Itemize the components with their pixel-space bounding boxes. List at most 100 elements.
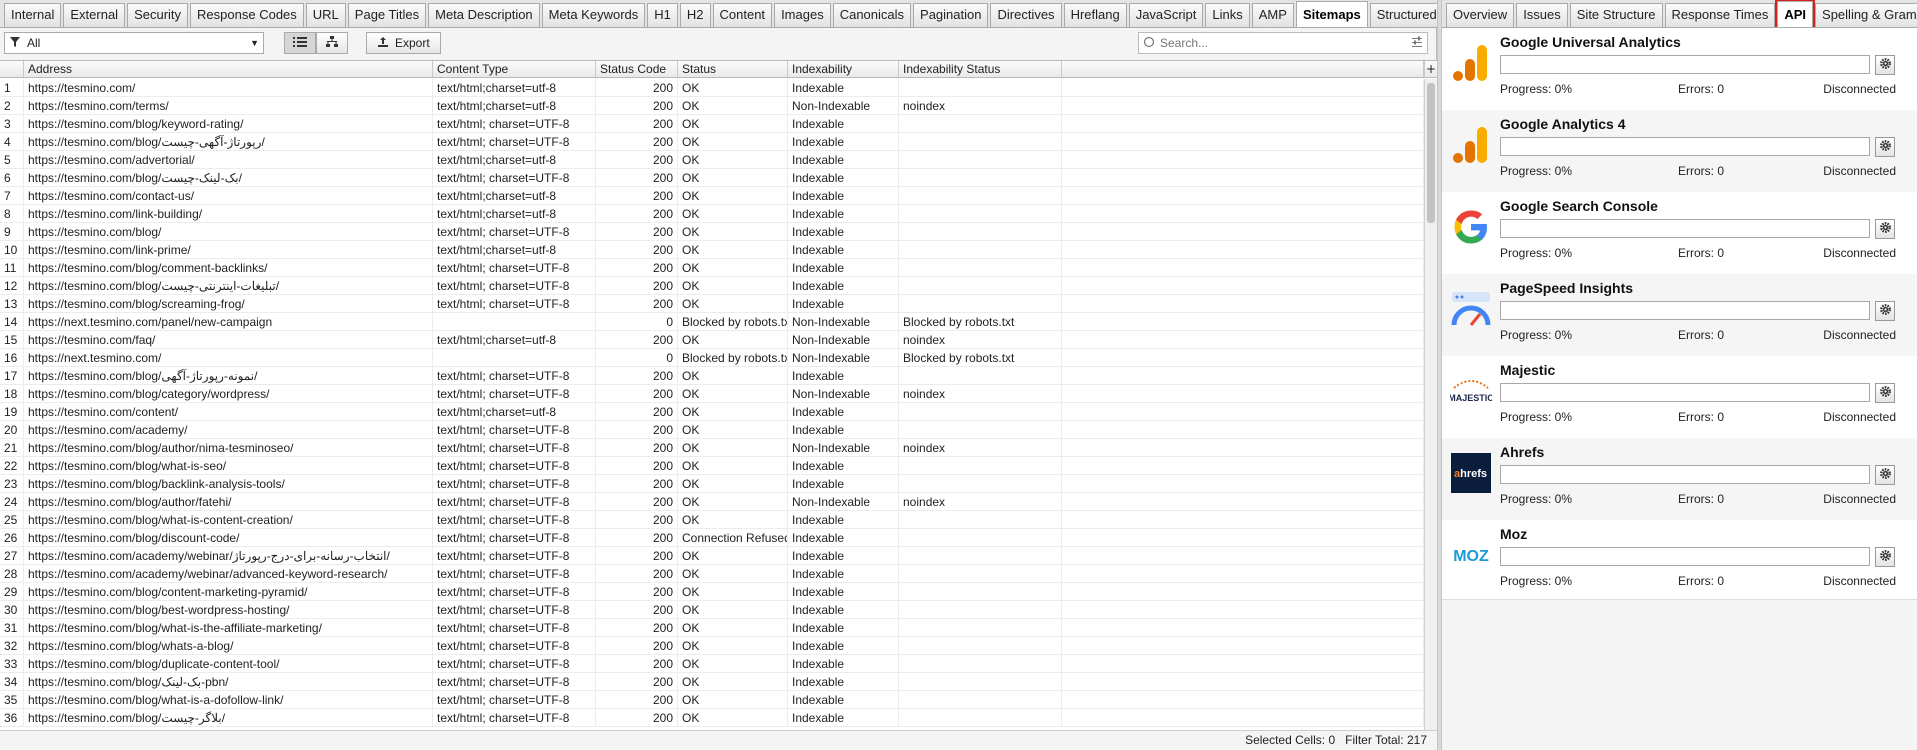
tab-external[interactable]: External <box>63 3 126 27</box>
list-view-button[interactable] <box>284 32 316 54</box>
side-tab-site-structure[interactable]: Site Structure <box>1569 3 1663 27</box>
tab-response-codes[interactable]: Response Codes <box>190 3 304 27</box>
indexability-cell: Indexable <box>788 673 899 690</box>
tab-content[interactable]: Content <box>712 3 773 27</box>
table-row[interactable]: 2 https://tesmino.com/terms/text/html;cha… <box>0 97 1424 115</box>
tab-h1[interactable]: H1 <box>647 3 678 27</box>
settings-gear-button[interactable] <box>1875 383 1895 403</box>
export-button[interactable]: Export <box>366 32 441 54</box>
tab-hreflang[interactable]: Hreflang <box>1063 3 1127 27</box>
table-row[interactable]: 17 https://tesmino.com/blog/نمونه-رپورتاژ… <box>0 367 1424 385</box>
column-header-status[interactable]: Status <box>678 61 788 77</box>
address-cell: https://tesmino.com/contact-us/ <box>24 187 433 204</box>
tab-page-titles[interactable]: Page Titles <box>347 3 427 27</box>
content-type-cell: text/html; charset=UTF-8 <box>433 115 596 132</box>
tab-images[interactable]: Images <box>774 3 831 27</box>
add-column-button[interactable]: + <box>1424 61 1437 78</box>
settings-gear-button[interactable] <box>1875 301 1895 321</box>
table-row[interactable]: 34 https://tesmino.com/blog/بک-لینک-pbn/t… <box>0 673 1424 691</box>
table-row[interactable]: 35 https://tesmino.com/blog/what-is-a-dof… <box>0 691 1424 709</box>
tab-canonicals[interactable]: Canonicals <box>832 3 912 27</box>
progress-bar <box>1500 465 1870 484</box>
tab-directives[interactable]: Directives <box>990 3 1062 27</box>
table-row[interactable]: 26 https://tesmino.com/blog/discount-code… <box>0 529 1424 547</box>
table-row[interactable]: 3 https://tesmino.com/blog/keyword-rating… <box>0 115 1424 133</box>
table-row[interactable]: 33 https://tesmino.com/blog/duplicate-con… <box>0 655 1424 673</box>
table-row[interactable]: 5 https://tesmino.com/advertorial/text/ht… <box>0 151 1424 169</box>
table-row[interactable]: 27 https://tesmino.com/academy/webinar/ان… <box>0 547 1424 565</box>
side-tab-api[interactable]: API <box>1775 0 1816 27</box>
tab-h2[interactable]: H2 <box>679 3 711 27</box>
table-row[interactable]: 28 https://tesmino.com/academy/webinar/ad… <box>0 565 1424 583</box>
table-row[interactable]: 11 https://tesmino.com/blog/comment-backl… <box>0 259 1424 277</box>
table-row[interactable]: 14 https://next.tesmino.com/panel/new-cam… <box>0 313 1424 331</box>
column-header-index[interactable] <box>0 61 24 77</box>
search-options-icon[interactable] <box>1411 36 1423 51</box>
filter-dropdown[interactable]: All ▼ <box>4 32 264 54</box>
status-cell: OK <box>678 691 788 708</box>
side-tab-overview[interactable]: Overview <box>1446 3 1515 27</box>
scrollbar-thumb[interactable] <box>1427 83 1435 223</box>
search-input[interactable] <box>1160 36 1406 50</box>
table-row[interactable]: 13 https://tesmino.com/blog/screaming-fro… <box>0 295 1424 313</box>
column-header-indexability-status[interactable]: Indexability Status <box>899 61 1062 77</box>
vertical-scrollbar[interactable] <box>1424 79 1437 730</box>
tab-structured-data[interactable]: Structured Data <box>1369 3 1437 27</box>
tab-amp[interactable]: AMP <box>1251 3 1294 27</box>
table-row[interactable]: 21 https://tesmino.com/blog/author/nima-t… <box>0 439 1424 457</box>
table-row[interactable]: 8 https://tesmino.com/link-building/text/… <box>0 205 1424 223</box>
table-row[interactable]: 30 https://tesmino.com/blog/best-wordpres… <box>0 601 1424 619</box>
table-row[interactable]: 36 https://tesmino.com/blog/بلاگر-چیست/te… <box>0 709 1424 727</box>
table-row[interactable]: 18 https://tesmino.com/blog/category/word… <box>0 385 1424 403</box>
settings-gear-button[interactable] <box>1875 55 1895 75</box>
side-tab-issues[interactable]: Issues <box>1516 3 1568 27</box>
row-filler <box>1062 295 1424 312</box>
table-row[interactable]: 9 https://tesmino.com/blog/text/html; cha… <box>0 223 1424 241</box>
gear-icon <box>1879 57 1892 74</box>
table-row[interactable]: 29 https://tesmino.com/blog/content-marke… <box>0 583 1424 601</box>
table-row[interactable]: 25 https://tesmino.com/blog/what-is-conte… <box>0 511 1424 529</box>
column-header-content-type[interactable]: Content Type <box>433 61 596 77</box>
table-row[interactable]: 32 https://tesmino.com/blog/whats-a-blog/… <box>0 637 1424 655</box>
settings-gear-button[interactable] <box>1875 547 1895 567</box>
table-row[interactable]: 16 https://next.tesmino.com/0 Blocked by r… <box>0 349 1424 367</box>
tab-sitemaps[interactable]: Sitemaps <box>1295 1 1368 27</box>
content-type-cell: text/html; charset=UTF-8 <box>433 565 596 582</box>
tab-links[interactable]: Links <box>1205 3 1250 27</box>
table-row[interactable]: 15 https://tesmino.com/faq/text/html;char… <box>0 331 1424 349</box>
status-code-cell: 200 <box>596 331 678 348</box>
side-tab-spelling-grammar[interactable]: Spelling & Grammar <box>1815 3 1917 27</box>
column-header-status-code[interactable]: Status Code <box>596 61 678 77</box>
tab-meta-keywords[interactable]: Meta Keywords <box>541 3 646 27</box>
column-header-indexability[interactable]: Indexability <box>788 61 899 77</box>
row-index: 32 <box>0 637 24 654</box>
settings-gear-button[interactable] <box>1875 465 1895 485</box>
row-index: 34 <box>0 673 24 690</box>
indexability-status-cell <box>899 259 1062 276</box>
table-row[interactable]: 12 https://tesmino.com/blog/تبلیغات-اینتر… <box>0 277 1424 295</box>
table-row[interactable]: 10 https://tesmino.com/link-prime/text/ht… <box>0 241 1424 259</box>
settings-gear-button[interactable] <box>1875 137 1895 157</box>
table-row[interactable]: 4 https://tesmino.com/blog/رپورتاژ-آگهی-چ… <box>0 133 1424 151</box>
table-row[interactable]: 24 https://tesmino.com/blog/author/fatehi… <box>0 493 1424 511</box>
tab-pagination[interactable]: Pagination <box>913 3 989 27</box>
side-tab-response-times[interactable]: Response Times <box>1664 3 1776 27</box>
content-type-cell: text/html; charset=UTF-8 <box>433 439 596 456</box>
tab-security[interactable]: Security <box>127 3 189 27</box>
tab-javascript[interactable]: JavaScript <box>1128 3 1204 27</box>
table-row[interactable]: 22 https://tesmino.com/blog/what-is-seo/t… <box>0 457 1424 475</box>
table-row[interactable]: 1 https://tesmino.com/text/html;charset=u… <box>0 79 1424 97</box>
table-row[interactable]: 20 https://tesmino.com/academy/text/html;… <box>0 421 1424 439</box>
api-service-ahrefs: ahrefs Ahrefs Progress: 0% Errors: 0 Disconn… <box>1442 438 1917 520</box>
table-row[interactable]: 7 https://tesmino.com/contact-us/text/htm… <box>0 187 1424 205</box>
table-row[interactable]: 23 https://tesmino.com/blog/backlink-anal… <box>0 475 1424 493</box>
table-row[interactable]: 6 https://tesmino.com/blog/بک-لینک-چیست/t… <box>0 169 1424 187</box>
tab-url[interactable]: URL <box>305 3 346 27</box>
tree-view-button[interactable] <box>316 32 348 54</box>
column-header-address[interactable]: Address <box>24 61 433 77</box>
settings-gear-button[interactable] <box>1875 219 1895 239</box>
table-row[interactable]: 31 https://tesmino.com/blog/what-is-the-a… <box>0 619 1424 637</box>
table-row[interactable]: 19 https://tesmino.com/content/text/html;… <box>0 403 1424 421</box>
tab-internal[interactable]: Internal <box>4 3 62 27</box>
tab-meta-description[interactable]: Meta Description <box>428 3 540 27</box>
